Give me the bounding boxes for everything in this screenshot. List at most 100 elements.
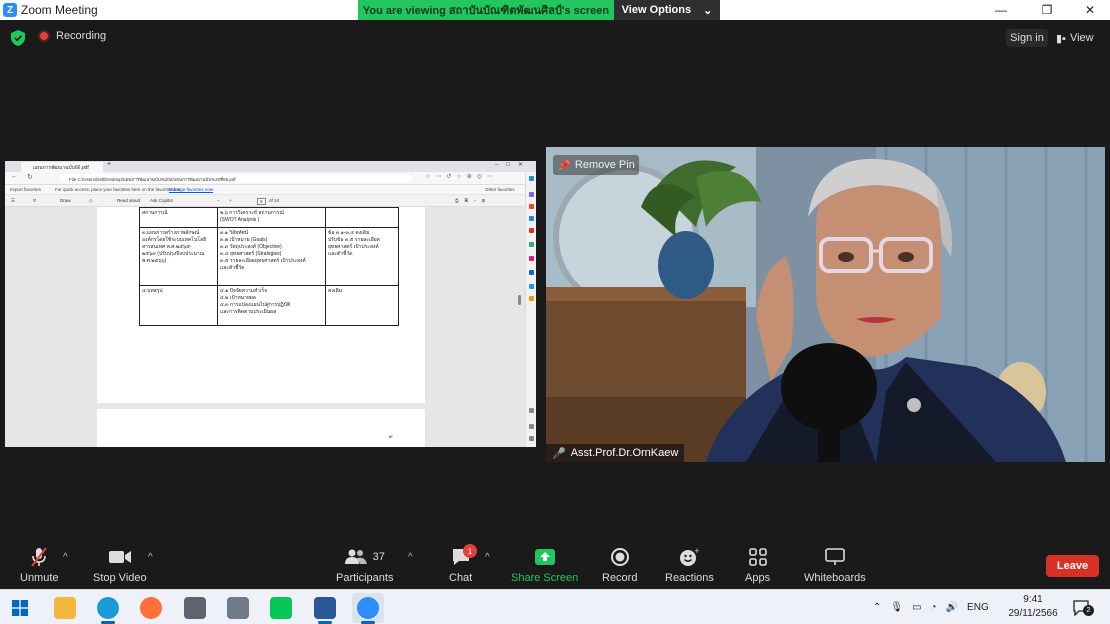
whiteboards-label: Whiteboards — [804, 572, 866, 584]
pdf-ask-copilot-button[interactable]: Ask Copilot — [150, 198, 173, 203]
pdf-page-input[interactable]: 9 — [257, 198, 266, 205]
highlight-icon[interactable]: ∀ — [33, 198, 36, 204]
whiteboard-icon — [825, 546, 845, 568]
minimize-icon: — — [995, 3, 1007, 17]
firefox-icon[interactable] — [140, 597, 162, 619]
url-field[interactable]: File C:/Users/Dell/Desktop/แผนการพัฒนาฉบ… — [61, 174, 411, 183]
pdf-read-aloud-button[interactable]: Read aloud — [117, 198, 140, 203]
scrollbar-thumb[interactable] — [518, 295, 521, 305]
view-options-label: View Options — [621, 4, 692, 16]
pdf-viewport[interactable]: สถานการณ์ ๒.๖ การวิเคราะห์ สถานการณ์ (SW… — [5, 207, 525, 447]
sign-in-button[interactable]: Sign in — [1006, 29, 1048, 47]
edge-browser-icon[interactable] — [97, 597, 119, 619]
sidebar-app-icon[interactable] — [529, 242, 534, 247]
browser-tab[interactable]: แผนการพัฒนาฉบับ66.pdf — [21, 162, 103, 172]
line-app-icon[interactable] — [270, 597, 292, 619]
table-row: ๓.แผนการสร้างภาพลักษณ์ องค์กรโดยใช้ระบบเ… — [139, 227, 399, 286]
apps-icon — [748, 546, 767, 568]
pdf-draw-button[interactable]: Draw — [60, 198, 71, 203]
share-screen-button[interactable]: Share Screen — [511, 546, 578, 584]
calculator-icon[interactable] — [227, 597, 249, 619]
pdf-page-total: of 14 — [269, 198, 280, 203]
microphone-icon[interactable]: 🎙 — [890, 602, 903, 613]
record-button[interactable]: Record — [602, 546, 637, 584]
sidebar-app-icon[interactable] — [529, 408, 534, 413]
taskbar-clock[interactable]: 9:41 29/11/2566 — [1008, 593, 1058, 621]
shared-screen[interactable]: แผนการพัฒนาฉบับ66.pdf + –□✕ ← ↻ File C:/… — [5, 161, 536, 447]
new-tab-icon[interactable]: + — [107, 161, 111, 168]
sidebar-app-icon[interactable] — [529, 270, 534, 275]
back-icon[interactable]: ← — [11, 173, 18, 180]
share-screen-label: Share Screen — [511, 572, 579, 584]
remove-pin-button[interactable]: 📌 Remove Pin — [553, 155, 639, 175]
zoom-logo-icon: Z — [3, 3, 17, 17]
close-icon: ✕ — [1084, 3, 1096, 17]
sidebar-app-icon[interactable] — [529, 192, 534, 197]
refresh-icon[interactable]: ↻ — [27, 173, 33, 181]
view-label: View — [1069, 32, 1094, 44]
show-hidden-icons-icon[interactable]: ⌃ — [873, 602, 881, 613]
sidebar-app-icon[interactable] — [529, 216, 534, 221]
pdf-menu-icon[interactable]: ☰ — [11, 198, 15, 204]
pdf-action-icons[interactable]: ⎙▣▫⚙ — [455, 198, 491, 203]
recording-indicator[interactable]: Recording — [38, 30, 106, 42]
table-cell: ๓.๑ วิสัยทัศน์ ๓.๒ เป้าหมาย (Goals) ๓.๓ … — [217, 227, 326, 286]
pdf-toolbar: ☰ ∀ Draw ◇ Read aloud Ask Copilot − + 9 … — [5, 195, 525, 207]
battery-icon[interactable]: ▭ — [912, 602, 921, 613]
sidebar-app-icon[interactable] — [529, 424, 534, 429]
recording-label: Recording — [56, 30, 107, 42]
close-button[interactable]: ✕ — [1068, 0, 1110, 20]
browser-toolbar-icons[interactable]: ☆⋯↺☆⊕◎⋯ — [425, 173, 498, 180]
people-icon — [344, 549, 367, 564]
view-button[interactable]: ▮▪ View — [1056, 29, 1102, 47]
leave-button[interactable]: Leave — [1046, 555, 1099, 577]
word-app-icon[interactable] — [314, 597, 336, 619]
clock-time: 9:41 — [1023, 594, 1043, 605]
zoom-out-icon[interactable]: − — [217, 198, 220, 203]
minimize-button[interactable]: — — [979, 0, 1023, 20]
sidebar-app-icon[interactable] — [529, 204, 534, 209]
settings-icon[interactable] — [529, 436, 534, 441]
page-number: ๙ — [389, 434, 393, 440]
video-options-caret[interactable]: ^ — [148, 552, 153, 563]
shield-icon[interactable] — [11, 30, 25, 46]
import-favorites-link[interactable]: Import favorites — [10, 187, 41, 192]
zoom-in-icon[interactable]: + — [229, 198, 232, 203]
browser-window-controls[interactable]: –□✕ — [495, 161, 531, 168]
eraser-icon[interactable]: ◇ — [89, 198, 92, 204]
maximize-button[interactable]: ❐ — [1025, 0, 1069, 20]
file-explorer-icon[interactable] — [54, 597, 76, 619]
audio-options-caret[interactable]: ^ — [63, 552, 68, 563]
table-row: ๔.บทสรุป ๔.๑ ปัจจัยความสำเร็จ ๔.๒ เป้าหม… — [139, 285, 399, 326]
video-frame — [546, 147, 1105, 462]
sidebar-app-icon[interactable] — [529, 296, 534, 301]
notification-button[interactable]: 2 — [1072, 600, 1094, 616]
table-cell: ข้อ ๓.๑-๓.๔ คงเดิม ปรับข้อ ๓.๕ รายละเอีย… — [325, 227, 399, 286]
stop-video-button[interactable]: Stop Video — [93, 546, 147, 584]
view-options-button[interactable]: View Options ⌄ — [614, 0, 720, 20]
wifi-icon[interactable]: ◔ — [931, 602, 937, 613]
apps-button[interactable]: Apps — [745, 546, 770, 584]
video-camera-icon — [108, 546, 132, 568]
chat-options-caret[interactable]: ^ — [485, 552, 490, 563]
whiteboards-button[interactable]: Whiteboards — [804, 546, 866, 584]
unmute-button[interactable]: Unmute — [20, 546, 59, 584]
sidebar-app-icon[interactable] — [529, 228, 534, 233]
sidebar-app-icon[interactable] — [529, 256, 534, 261]
other-favorites-link[interactable]: Other favorites — [485, 187, 515, 192]
zoom-app-icon[interactable] — [357, 597, 379, 619]
participants-button[interactable]: 37 Participants — [336, 546, 393, 584]
muted-mic-icon — [30, 546, 48, 568]
copilot-icon[interactable] — [529, 176, 534, 181]
language-indicator[interactable]: ENG — [967, 602, 989, 613]
window-title: Zoom Meeting — [21, 3, 98, 17]
windows-start-icon[interactable] — [12, 600, 28, 616]
participants-options-caret[interactable]: ^ — [408, 552, 413, 563]
manage-favorites-link[interactable]: Manage favorites now — [169, 187, 213, 192]
reactions-button[interactable]: + Reactions — [665, 546, 714, 584]
participant-video[interactable]: 📌 Remove Pin 🎤 Asst.Prof.Dr.OrnKaew — [546, 147, 1105, 462]
table-cell: สถานการณ์ — [139, 207, 218, 228]
sidebar-app-icon[interactable] — [529, 284, 534, 289]
volume-icon[interactable]: 🔊 — [946, 602, 958, 613]
camera-app-icon[interactable] — [184, 597, 206, 619]
